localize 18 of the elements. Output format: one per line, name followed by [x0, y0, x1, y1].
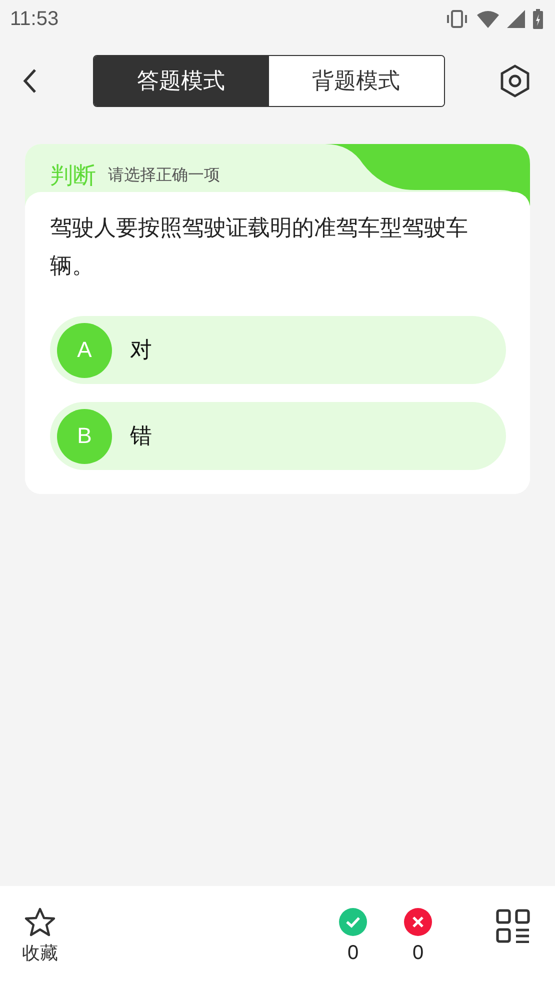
wrong-count: 0 — [412, 942, 424, 964]
close-icon — [404, 908, 432, 936]
wifi-icon — [477, 10, 499, 28]
grid-icon[interactable] — [496, 909, 530, 943]
favorite-button[interactable]: 收藏 — [22, 907, 58, 965]
correct-count: 0 — [347, 942, 359, 964]
answer-option[interactable]: B 错 — [50, 402, 506, 470]
mode-tab[interactable]: 背题模式 — [268, 56, 444, 106]
check-icon — [339, 908, 367, 936]
question-hint: 请选择正确一项 — [108, 164, 220, 186]
status-time: 11:53 — [10, 8, 59, 30]
vibrate-icon — [445, 10, 469, 28]
question-type: 判断 — [50, 162, 96, 190]
battery-icon — [533, 9, 543, 29]
signal-icon — [507, 10, 525, 28]
mode-tab[interactable]: 答题模式 — [94, 56, 268, 106]
answer-option[interactable]: A 对 — [50, 316, 506, 384]
question-text: 驾驶人要按照驾驶证载明的准驾车型驾驶车辆。 — [50, 215, 469, 281]
